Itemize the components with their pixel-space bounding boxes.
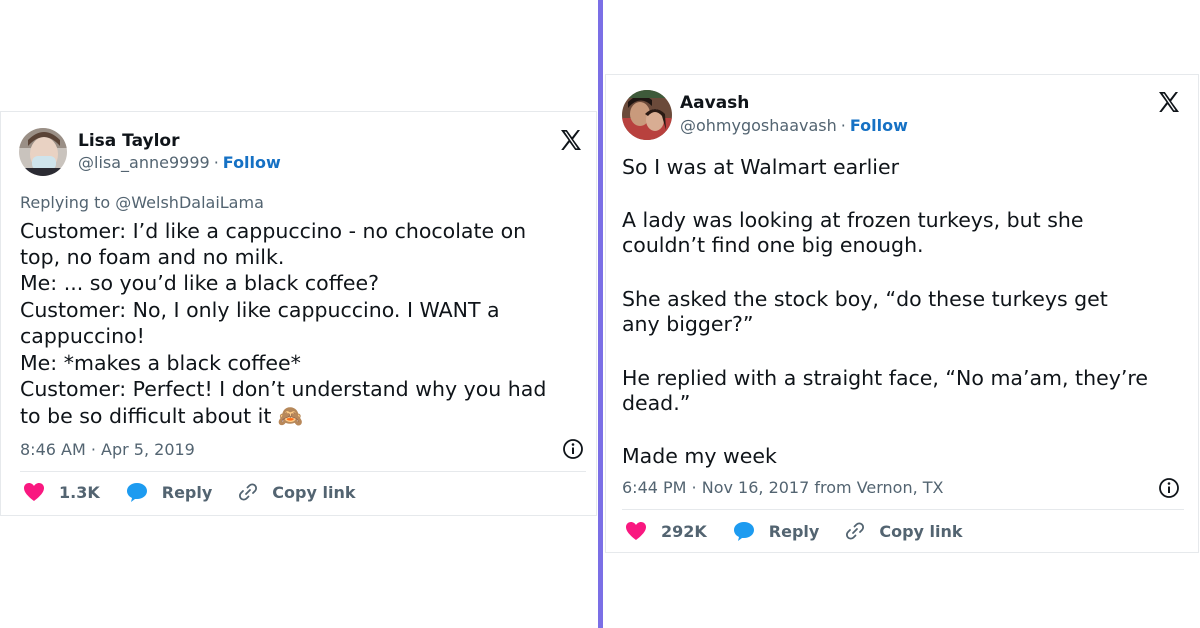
divider-line (622, 509, 1184, 510)
reply-bubble-icon (733, 522, 754, 541)
tweet-text-line: He replied with a straight face, “No ma’… (622, 366, 1148, 390)
reply-button[interactable]: Reply (126, 482, 213, 502)
author-name[interactable]: Lisa Taylor (78, 131, 180, 151)
author-handle[interactable]: @lisa_anne9999 (78, 153, 210, 172)
author-handle-row: @ohmygoshaavash · Follow (680, 116, 908, 135)
tweet-text-line: Made my week (622, 444, 777, 468)
action-bar: 292K Reply Copy link (625, 521, 989, 541)
heart-icon (24, 483, 44, 501)
timestamp[interactable]: 6:44 PM · Nov 16, 2017 from Vernon, TX (622, 478, 944, 497)
reply-bubble-icon (126, 483, 147, 502)
like-button[interactable]: 292K (625, 521, 707, 541)
like-count: 292K (661, 521, 707, 541)
author-handle[interactable]: @ohmygoshaavash (680, 116, 837, 135)
author-handle-row: @lisa_anne9999 · Follow (78, 153, 281, 172)
info-icon[interactable] (1158, 477, 1180, 499)
tweet-text-line: Me: *makes a black coffee* (20, 351, 301, 375)
divider-line (20, 471, 586, 472)
link-icon (239, 483, 258, 501)
tweet-text-line: Customer: No, I only like cappuccino. I … (20, 298, 500, 322)
tweet-text-line: to be so difficult about it 🙈 (20, 404, 304, 428)
reply-label: Reply (768, 521, 820, 541)
copy-link-label: Copy link (272, 482, 356, 502)
like-count: 1.3K (59, 482, 100, 502)
tweet-text-line: top, no foam and no milk. (20, 245, 285, 269)
avatar[interactable] (622, 90, 672, 140)
avatar[interactable] (19, 128, 67, 176)
x-logo-icon[interactable] (559, 128, 583, 152)
tweet-card-left: Lisa Taylor @lisa_anne9999 · Follow Replyi… (0, 111, 597, 516)
like-button[interactable]: 1.3K (23, 482, 100, 502)
follow-button[interactable]: Follow (223, 153, 281, 172)
tweet-text-line: So I was at Walmart earlier (622, 155, 900, 179)
separator-dot: · (213, 153, 219, 172)
tweet-card-right: Aavash @ohmygoshaavash · Follow So I was a… (605, 74, 1199, 553)
tweet-text-line: Customer: Perfect! I don’t understand wh… (20, 377, 547, 401)
info-icon[interactable] (562, 438, 584, 460)
follow-button[interactable]: Follow (850, 116, 908, 135)
tweet-text-line: Customer: I’d like a cappuccino - no cho… (20, 219, 527, 243)
copy-link-button[interactable]: Copy link (845, 521, 963, 541)
tweet-text-line: A lady was looking at frozen turkeys, bu… (622, 208, 1084, 232)
reply-label: Reply (161, 482, 213, 502)
author-name[interactable]: Aavash (680, 93, 749, 113)
tweet-text-line: any bigger?” (622, 312, 754, 336)
tweet-text-line: dead.” (622, 391, 691, 415)
reply-button[interactable]: Reply (733, 521, 820, 541)
timestamp[interactable]: 8:46 AM · Apr 5, 2019 (20, 440, 195, 459)
tweet-text-line: She asked the stock boy, “do these turke… (622, 287, 1108, 311)
tweet-text-line: Me: ... so you’d like a black coffee? (20, 271, 379, 295)
action-bar: 1.3K Reply Copy link (23, 482, 381, 502)
copy-link-label: Copy link (879, 521, 963, 541)
replying-to: Replying to @WelshDalaiLama (20, 193, 264, 212)
x-logo-icon[interactable] (1157, 90, 1181, 114)
link-icon (846, 522, 865, 540)
center-divider (598, 0, 603, 628)
tweet-text-line: couldn’t find one big enough. (622, 233, 924, 257)
heart-icon (626, 522, 646, 540)
copy-link-button[interactable]: Copy link (238, 482, 355, 502)
separator-dot: · (840, 116, 846, 135)
tweet-text-line: cappuccino! (20, 324, 145, 348)
